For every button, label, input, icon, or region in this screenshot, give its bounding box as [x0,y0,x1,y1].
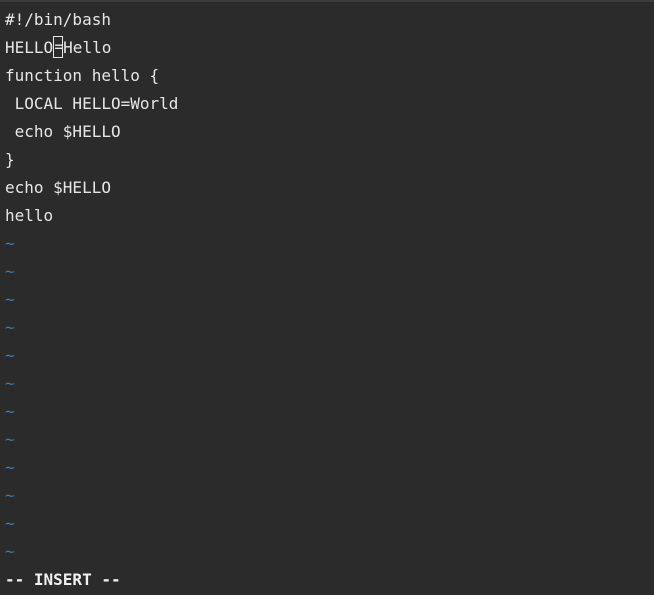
empty-lines: ~ ~ ~ ~ ~ ~ ~ ~ ~ ~ ~ ~ [5,230,654,566]
empty-line-marker: ~ [5,374,15,393]
code-line-3[interactable]: function hello { [5,62,654,90]
code-text: Hello [63,38,112,57]
text-cursor: = [53,36,64,58]
code-line-8[interactable]: hello [5,202,654,230]
empty-line-marker: ~ [5,486,15,505]
code-line-7[interactable]: echo $HELLO [5,174,654,202]
code-line-4[interactable]: LOCAL HELLO=World [5,90,654,118]
empty-line-marker: ~ [5,430,15,449]
empty-line-marker: ~ [5,318,15,337]
empty-line-marker: ~ [5,402,15,421]
cursor-char: = [54,37,64,56]
empty-line-marker: ~ [5,234,15,253]
mode-indicator: -- INSERT -- [5,570,121,589]
editor-buffer[interactable]: #!/bin/bash HELLO = Hello function hello {… [5,6,654,566]
empty-line-marker: ~ [5,458,15,477]
terminal-window[interactable]: #!/bin/bash HELLO = Hello function hello {… [0,0,654,595]
empty-line-marker: ~ [5,290,15,309]
code-line-1[interactable]: #!/bin/bash [5,6,654,34]
code-text: HELLO [5,38,54,57]
code-line-6[interactable]: } [5,146,654,174]
code-line-2[interactable]: HELLO = Hello [5,34,654,62]
code-line-5[interactable]: echo $HELLO [5,118,654,146]
empty-line-marker: ~ [5,514,15,533]
empty-line-marker: ~ [5,346,15,365]
empty-line-marker: ~ [5,262,15,281]
empty-line-marker: ~ [5,542,15,561]
